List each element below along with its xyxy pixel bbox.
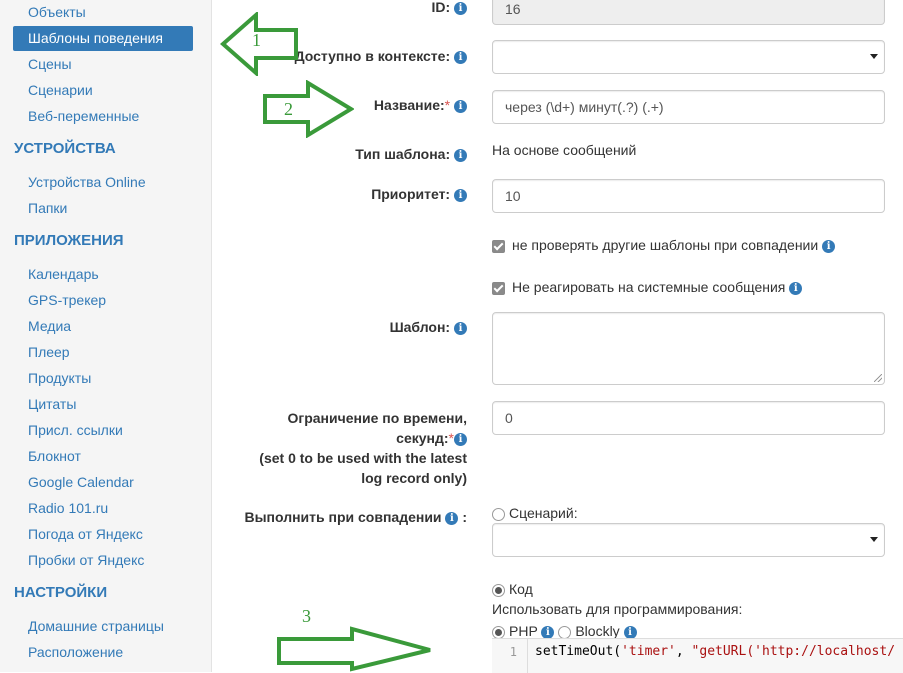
code-string: 'timer' (621, 644, 676, 659)
info-icon[interactable]: i (822, 239, 836, 253)
caret-down-icon (870, 54, 878, 59)
sidebar-item-google-calendar[interactable]: Google Calendar (28, 474, 134, 490)
resize-handle[interactable] (874, 374, 882, 382)
type-label-text: Тип шаблона: (355, 146, 451, 162)
id-label-text: ID: (431, 0, 451, 15)
code-sep: , (675, 644, 692, 659)
info-icon[interactable]: i (454, 321, 467, 335)
timeout-hint-line1: (set 0 to be used with the latest (259, 450, 467, 466)
ignore-system-label: Не реагировать на системные сообщения (512, 279, 786, 295)
context-label: Доступно в контексте: i (295, 48, 467, 64)
pattern-label-text: Шаблон: (389, 319, 451, 335)
type-value: На основе сообщений (492, 142, 637, 158)
sidebar-item-behavior-templates[interactable]: Шаблоны поведения (13, 26, 193, 51)
sidebar-item-traffic[interactable]: Пробки от Яндекс (28, 552, 144, 568)
no-check-others-checkbox[interactable] (492, 239, 505, 253)
sidebar: Объекты Шаблоны поведения Сцены Сценарии… (0, 0, 212, 672)
code-option[interactable]: Код (492, 581, 533, 597)
sidebar-item-products[interactable]: Продукты (28, 370, 91, 386)
code-radio[interactable] (492, 583, 505, 597)
sidebar-header-settings: НАСТРОЙКИ (14, 584, 108, 601)
name-input[interactable]: через (\d+) минут(.?) (.+) (492, 90, 885, 124)
id-field: 16 (492, 0, 885, 25)
name-label: Название:* i (374, 97, 467, 113)
sidebar-item-gps[interactable]: GPS-трекер (28, 292, 106, 308)
use-for-programming-label: Использовать для программирования: (492, 601, 743, 617)
info-icon[interactable]: i (623, 625, 637, 639)
sidebar-item-folders[interactable]: Папки (28, 200, 67, 216)
name-label-text: Название: (373, 97, 445, 113)
sidebar-item-radio[interactable]: Radio 101.ru (28, 500, 108, 516)
info-icon[interactable]: i (454, 50, 467, 64)
ignore-system-checkbox[interactable] (492, 281, 505, 295)
scenario-radio[interactable] (492, 507, 505, 521)
sidebar-item-scripts[interactable]: Сценарии (28, 82, 93, 98)
scenario-option-label: Сценарий: (509, 505, 578, 521)
timeout-label: Ограничение по времени, секунд:* i (set 0… (259, 408, 467, 488)
timeout-input[interactable]: 0 (492, 401, 885, 435)
required-marker: * (444, 97, 451, 113)
ignore-system-row[interactable]: Не реагировать на системные сообщения i (492, 279, 803, 295)
caret-down-icon (870, 537, 878, 542)
sidebar-item-weather[interactable]: Погода от Яндекс (28, 526, 143, 542)
info-icon[interactable]: i (454, 1, 467, 15)
info-icon[interactable]: i (454, 188, 467, 202)
sidebar-item-home-pages[interactable]: Домашние страницы (28, 618, 164, 634)
sidebar-item-location[interactable]: Расположение (28, 644, 123, 660)
php-option-label: PHP (509, 623, 538, 639)
priority-input[interactable]: 10 (492, 179, 885, 213)
sidebar-header-devices: УСТРОЙСТВА (14, 140, 116, 157)
context-select[interactable] (492, 40, 885, 74)
code-line: setTimeOut('timer', "getURL('http://loca… (535, 639, 895, 665)
sidebar-header-apps: ПРИЛОЖЕНИЯ (14, 232, 124, 249)
sidebar-item-links[interactable]: Присл. ссылки (28, 422, 123, 438)
blockly-radio[interactable] (558, 625, 572, 639)
scenario-select[interactable] (492, 523, 885, 557)
sidebar-item-notepad[interactable]: Блокнот (28, 448, 81, 464)
execute-label: Выполнить при совпадении i : (244, 509, 467, 525)
annotation-number: 3 (302, 606, 311, 626)
priority-label-text: Приоритет: (371, 186, 451, 202)
info-icon[interactable]: i (454, 148, 467, 162)
php-radio[interactable] (492, 625, 505, 639)
annotation-number: 1 (252, 30, 261, 50)
sidebar-item-web-vars[interactable]: Веб-переменные (28, 108, 139, 124)
info-icon[interactable]: i (454, 99, 467, 113)
sidebar-item-calendar[interactable]: Календарь (28, 266, 99, 282)
execute-colon: : (462, 509, 467, 525)
sidebar-item-devices-online[interactable]: Устройства Online (28, 174, 146, 190)
info-icon[interactable]: i (445, 511, 459, 525)
no-check-others-label: не проверять другие шаблоны при совпаден… (512, 237, 819, 253)
code-fn: setTimeOut( (535, 644, 622, 659)
priority-label: Приоритет: i (371, 186, 467, 202)
no-check-others-row[interactable]: не проверять другие шаблоны при совпаден… (492, 237, 836, 253)
annotation-arrow-right-icon (263, 80, 354, 138)
execute-label-text: Выполнить при совпадении (244, 509, 442, 525)
blockly-option-label: Blockly (575, 623, 620, 639)
scenario-option[interactable]: Сценарий: (492, 505, 578, 521)
timeout-hint-line2: log record only) (361, 470, 467, 486)
code-string: "getURL('http://localhost/ (691, 644, 896, 659)
timeout-label-line1: Ограничение по времени, (287, 410, 467, 426)
type-label: Тип шаблона: i (355, 146, 467, 162)
sidebar-item-player[interactable]: Плеер (28, 344, 70, 360)
code-option-label: Код (509, 581, 533, 597)
info-icon[interactable]: i (541, 625, 555, 639)
timeout-label-line2: секунд: (396, 430, 449, 446)
sidebar-item-media[interactable]: Медиа (28, 318, 71, 334)
sidebar-item-quotes[interactable]: Цитаты (28, 396, 76, 412)
pattern-label: Шаблон: i (390, 319, 467, 335)
annotation-arrow-right-icon (277, 626, 431, 672)
language-options: PHP i Blockly i (492, 623, 637, 639)
sidebar-item-scenes[interactable]: Сцены (28, 56, 72, 72)
sidebar-item-objects[interactable]: Объекты (28, 4, 86, 20)
id-label: ID: i (431, 0, 467, 15)
pattern-textarea[interactable] (492, 312, 885, 385)
context-label-text: Доступно в контексте: (294, 48, 451, 64)
info-icon[interactable]: i (454, 432, 467, 446)
annotation-number: 2 (284, 99, 293, 119)
line-number: 1 (492, 639, 528, 673)
info-icon[interactable]: i (789, 281, 803, 295)
code-editor[interactable]: 1 setTimeOut('timer', "getURL('http://lo… (492, 638, 903, 673)
